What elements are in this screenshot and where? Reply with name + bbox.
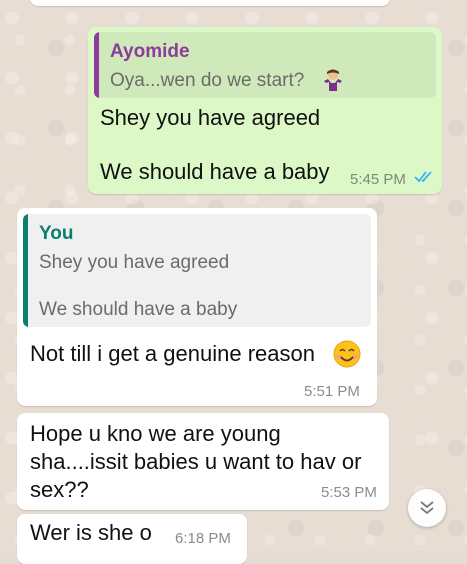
previous-message-bubble[interactable] xyxy=(30,0,390,6)
message-time: 5:51 PM xyxy=(304,383,360,400)
message-time: 5:53 PM xyxy=(321,484,377,501)
message-text-line: Shey you have agreed xyxy=(100,105,321,130)
quoted-message[interactable]: You Shey you have agreed We should have … xyxy=(23,214,371,327)
message-text-line: We should have a baby xyxy=(100,159,330,184)
message-text-line: sha....issit babies u want to hav or xyxy=(30,449,362,474)
message-text-line: sex?? xyxy=(30,477,89,502)
double-check-icon xyxy=(414,170,436,184)
message-bubble-incoming[interactable]: Hope u kno we are young sha....issit bab… xyxy=(17,413,389,510)
quote-author: Ayomide xyxy=(110,41,190,62)
message-time: 6:18 PM xyxy=(175,530,231,547)
smiling-face-emoji-icon xyxy=(333,340,361,368)
message-text-line: Not till i get a genuine reason xyxy=(30,341,315,366)
message-time: 5:45 PM xyxy=(350,171,406,188)
quote-text-line: Shey you have agreed xyxy=(39,252,230,273)
scroll-to-bottom-button[interactable] xyxy=(408,489,446,527)
message-bubble-incoming[interactable]: You Shey you have agreed We should have … xyxy=(17,208,377,406)
quote-text-line: We should have a baby xyxy=(39,299,238,320)
quote-accent-bar xyxy=(23,214,28,327)
message-text-line: Wer is she o xyxy=(30,520,152,545)
double-chevron-down-icon xyxy=(419,499,435,517)
man-shrugging-emoji-icon xyxy=(323,69,343,91)
message-bubble-outgoing[interactable]: Ayomide Oya...wen do we start? Shey you … xyxy=(88,27,442,194)
quote-author: You xyxy=(39,223,74,244)
quote-text: Oya...wen do we start? xyxy=(110,70,305,91)
quote-accent-bar xyxy=(94,32,99,98)
message-text-line: Hope u kno we are young xyxy=(30,421,281,446)
message-bubble-incoming[interactable]: Wer is she o 6:18 PM xyxy=(17,514,247,564)
quoted-message[interactable]: Ayomide Oya...wen do we start? xyxy=(94,32,436,98)
